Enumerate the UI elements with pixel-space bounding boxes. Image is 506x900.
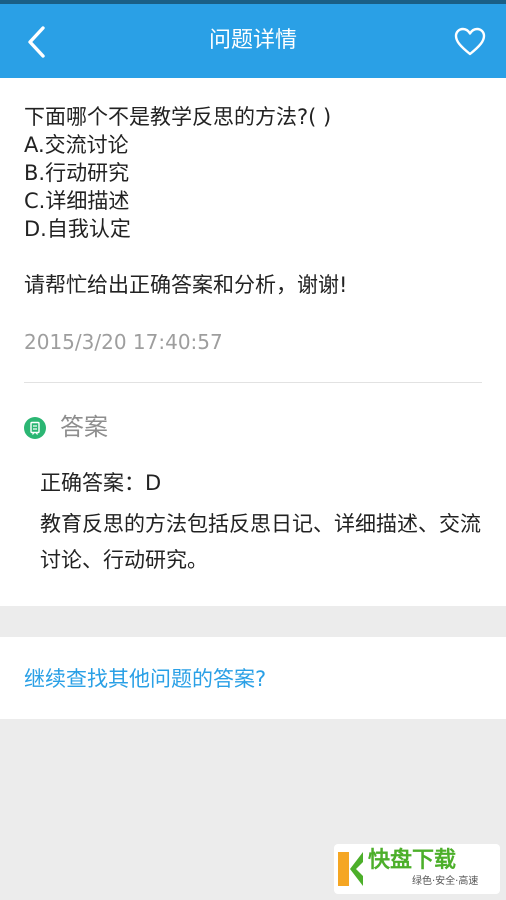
- answer-heading: 答案: [60, 413, 108, 441]
- option-c: C.详细描述: [24, 189, 130, 213]
- option-d: D.自我认定: [24, 217, 131, 241]
- watermark-tagline: 绿色·安全·高速: [412, 876, 479, 887]
- more-questions-link[interactable]: 继续查找其他问题的答案?: [24, 665, 266, 693]
- page-title: 问题详情: [208, 28, 297, 53]
- option-a: A.交流讨论: [24, 133, 129, 157]
- more-questions-card: 继续查找其他问题的答案?: [0, 637, 506, 719]
- correct-answer: 正确答案：D: [40, 471, 162, 495]
- question-block: 下面哪个不是教学反思的方法?( ) A.交流讨论 B.行动研究 C.详细描述 D…: [24, 103, 484, 243]
- watermark-logo: 快盘下载 绿色·安全·高速: [334, 844, 500, 894]
- option-b: B.行动研究: [24, 161, 130, 185]
- watermark-brand: 快盘下载: [368, 848, 457, 873]
- app-header: 问题详情: [0, 4, 506, 78]
- answer-badge-icon: [24, 417, 46, 439]
- favorite-button[interactable]: [448, 20, 492, 64]
- help-request-text: 请帮忙给出正确答案和分析，谢谢!: [24, 273, 348, 297]
- question-text: 下面哪个不是教学反思的方法?( ): [24, 105, 332, 129]
- question-timestamp: 2015/3/20 17:40:57: [24, 330, 223, 354]
- heart-outline-icon: [454, 27, 486, 56]
- question-card: 下面哪个不是教学反思的方法?( ) A.交流讨论 B.行动研究 C.详细描述 D…: [0, 78, 506, 606]
- kuaipan-logo-icon: [338, 852, 363, 886]
- divider: [24, 382, 482, 383]
- answer-analysis: 教育反思的方法包括反思日记、详细描述、交流讨论、行动研究。: [40, 512, 481, 572]
